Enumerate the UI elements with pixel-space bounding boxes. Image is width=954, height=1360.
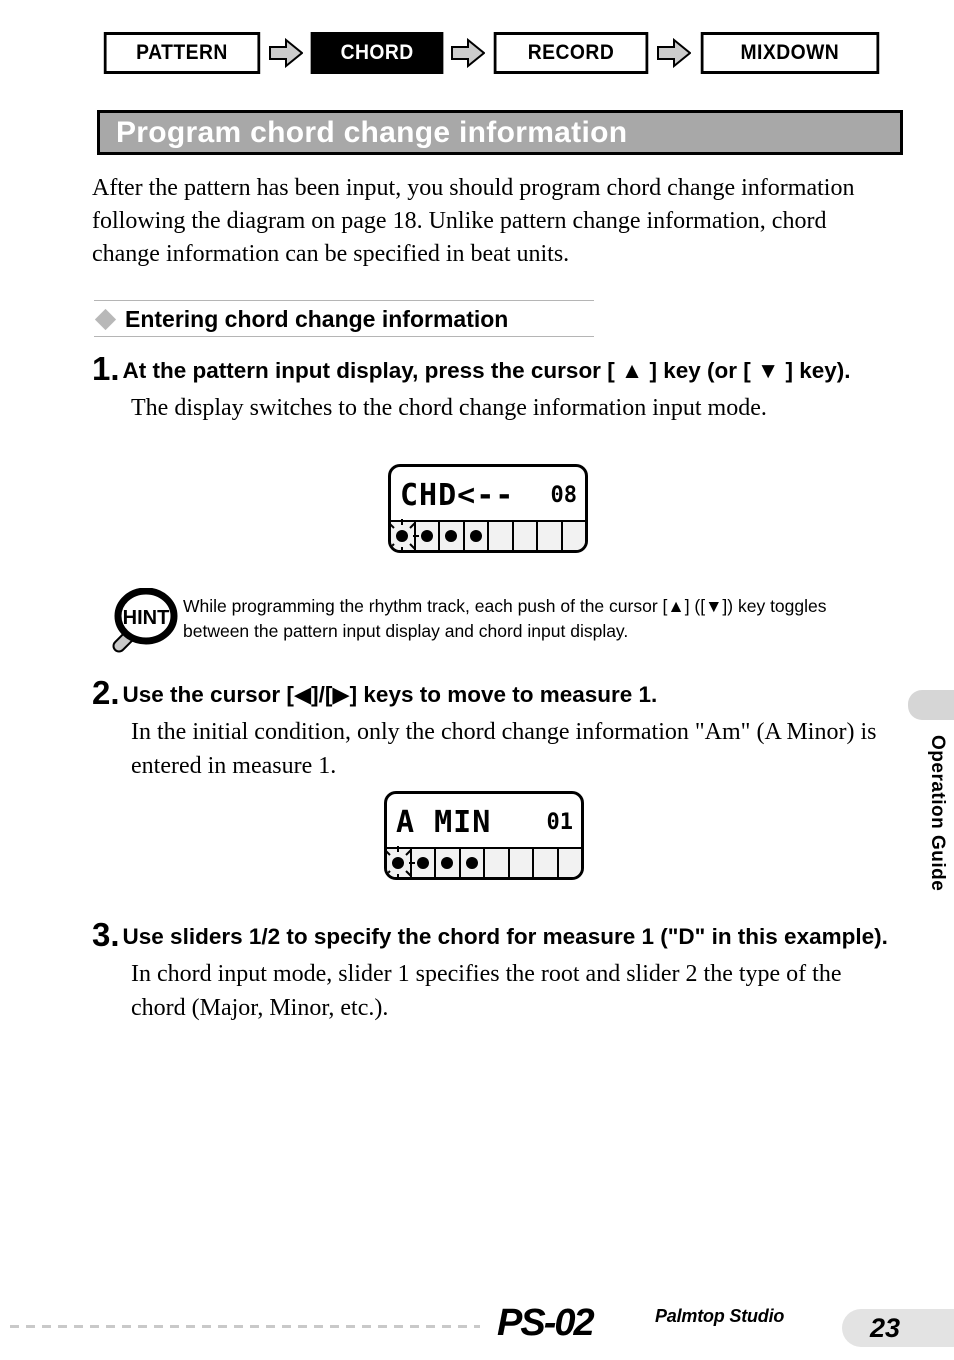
beat-dot <box>420 530 433 542</box>
step-1-number: 1. <box>92 350 120 387</box>
lcd1-main-row: CHD<-- 08 <box>391 469 585 521</box>
beat-cell <box>436 849 461 877</box>
lcd1-text: CHD<-- <box>400 477 515 513</box>
beat-dot <box>445 530 458 542</box>
nav-step-pattern[interactable]: PATTERN <box>103 32 261 74</box>
beat-cell <box>510 849 534 877</box>
beat-dot <box>416 857 429 869</box>
beat-dot <box>469 530 482 542</box>
lcd-display-measure-1: A MIN 01 <box>384 791 584 880</box>
beat-cell <box>534 849 559 877</box>
beat-cell <box>440 522 465 550</box>
subsection-title: Entering chord change information <box>125 306 509 332</box>
beat-cell <box>387 846 416 877</box>
page-number-badge: 23 <box>842 1309 954 1347</box>
beat-dot <box>441 857 454 869</box>
beat-cell <box>412 849 436 877</box>
lcd1-beat-indicator <box>391 519 586 550</box>
product-subtitle: Palmtop Studio <box>655 1306 785 1326</box>
arrow-right-icon-3 <box>655 32 693 74</box>
workflow-breadcrumb: PATTERN CHORD RECORD MIXDOWN <box>97 32 887 74</box>
step-3-title: Use sliders 1/2 to specify the chord for… <box>122 924 888 949</box>
step-1-title: At the pattern input display, press the … <box>122 358 851 383</box>
step-2-body: In the initial condition, only the chord… <box>131 719 877 779</box>
hint-magnifier-icon: HINT <box>97 587 183 654</box>
hint-block: HINT While programming the rhythm track,… <box>97 587 897 654</box>
diamond-bullet-icon <box>94 308 117 331</box>
lcd2-text: A MIN <box>396 804 492 840</box>
lcd2-main-row: A MIN 01 <box>387 796 581 848</box>
step-3-number: 3. <box>92 916 120 953</box>
arrow-right-icon-1 <box>267 32 305 74</box>
step-2-number: 2. <box>92 674 120 711</box>
beat-cell <box>563 522 586 550</box>
beat-cell <box>465 522 489 550</box>
hint-text: While programming the rhythm track, each… <box>183 596 827 641</box>
product-logo: PS-02 <box>497 1302 595 1344</box>
beat-cell <box>538 522 563 550</box>
lcd2-value: 01 <box>546 809 574 835</box>
beat-cell <box>489 522 514 550</box>
arrow-right-icon-2 <box>449 32 487 74</box>
lcd2-beat-indicator <box>387 846 582 877</box>
footer-dashed-rule <box>10 1325 480 1328</box>
step-2: 2. Use the cursor [◀]/[▶] keys to move t… <box>92 676 892 783</box>
section-tab-marker <box>908 690 954 720</box>
step-3-body: In chord input mode, slider 1 specifies … <box>131 961 842 1021</box>
beat-dot <box>465 857 478 869</box>
step-3: 3. Use sliders 1/2 to specify the chord … <box>92 918 892 1025</box>
nav-step-mixdown[interactable]: MIXDOWN <box>701 32 880 74</box>
lcd1-value: 08 <box>550 482 578 508</box>
lcd-display-chord-mode: CHD<-- 08 <box>388 464 588 553</box>
subsection-heading: Entering chord change information <box>94 300 594 337</box>
divider-bottom <box>94 336 594 337</box>
nav-step-chord[interactable]: CHORD <box>310 32 444 74</box>
step-2-title: Use the cursor [◀]/[▶] keys to move to m… <box>122 682 658 707</box>
beat-cell <box>514 522 538 550</box>
beat-cell <box>461 849 485 877</box>
svg-text:HINT: HINT <box>123 607 170 629</box>
page-title: Program chord change information <box>116 115 628 149</box>
intro-paragraph: After the pattern has been input, you sh… <box>92 175 855 267</box>
page-title-banner: Program chord change information <box>97 110 903 155</box>
step-1: 1. At the pattern input display, press t… <box>92 352 892 425</box>
beat-cell <box>391 519 420 550</box>
page-number: 23 <box>870 1312 901 1343</box>
step-1-body: The display switches to the chord change… <box>131 395 767 421</box>
beat-cell <box>485 849 510 877</box>
beat-cell <box>559 849 582 877</box>
section-tab-label: Operation Guide <box>927 735 948 892</box>
nav-step-record[interactable]: RECORD <box>494 32 649 74</box>
beat-cell <box>416 522 440 550</box>
